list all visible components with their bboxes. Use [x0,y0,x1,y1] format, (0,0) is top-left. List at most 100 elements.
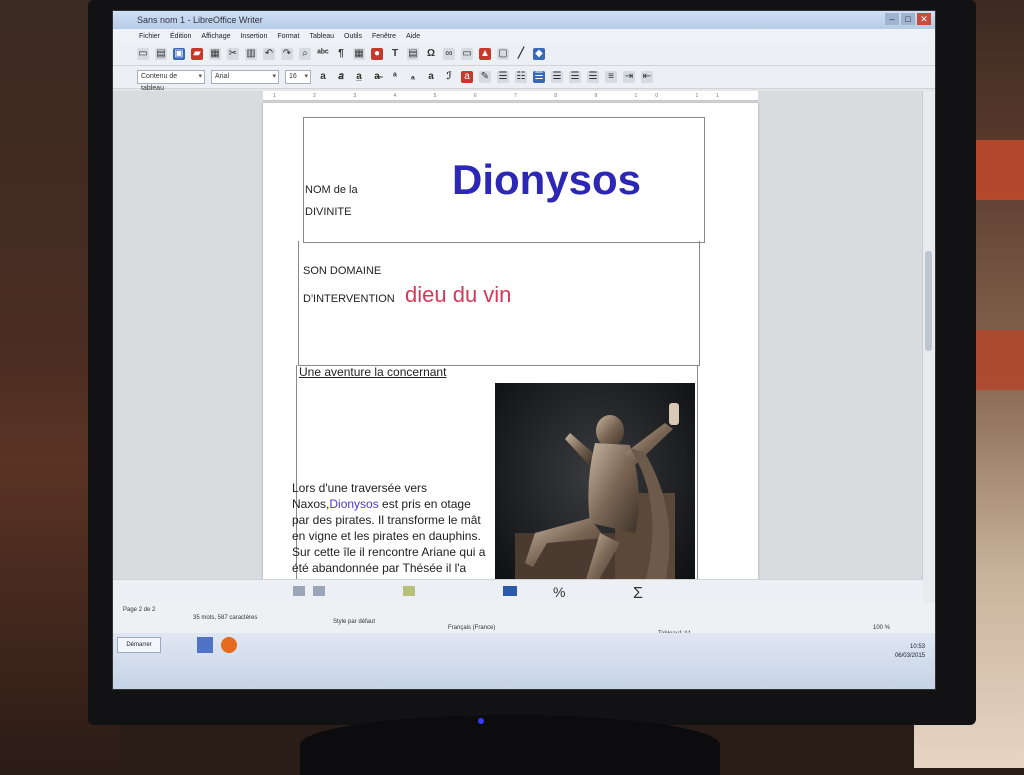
name-label-line1: NOM de la [305,184,358,196]
clear-format-icon[interactable]: ℐ [443,71,455,83]
document-area: 1 2 3 4 5 6 7 8 9 10 11 12 13 14 15 16 1… [113,91,923,613]
subscript-icon[interactable]: ₐ [407,71,419,83]
document-page[interactable]: NOM de la DIVINITE Dionysos SON DOMAINE … [263,103,758,613]
minimize-button[interactable]: – [885,13,899,25]
svg-text:Σ: Σ [633,585,643,602]
clock-time: 10:53 [909,644,925,650]
status-page: Page 2 de 2 [123,607,156,613]
line-icon[interactable]: ╱ [515,48,527,60]
justify-icon[interactable]: ☰ [587,71,599,83]
horizontal-ruler[interactable]: 1 2 3 4 5 6 7 8 9 10 11 12 13 14 15 16 1… [263,91,758,109]
insert-textbox-icon[interactable]: T [389,48,401,60]
zoom-level[interactable]: 100 % [873,625,890,631]
menu-insertion[interactable]: Insertion [240,33,267,40]
align-left-icon[interactable]: ☰ [533,71,545,83]
bold-icon[interactable]: a [317,71,329,83]
statue-illustration [495,383,695,611]
dionysos-statue-image[interactable] [495,383,695,611]
find-replace-icon[interactable]: ⌕ [299,48,311,60]
spelling-icon[interactable]: ᵃᵇᶜ [317,48,329,60]
insert-image-icon[interactable]: ● [371,48,383,60]
open-icon[interactable]: ▤ [155,48,167,60]
italic-icon[interactable]: 𝑎 [335,71,347,83]
export-pdf-icon[interactable]: ▰ [191,48,203,60]
menu-bar: Fichier Édition Affichage Insertion Form… [113,29,935,43]
status-style: Style par défaut [333,619,376,625]
story-text-after: est pris en otage par des pirates. Il tr… [292,497,486,591]
table-row-domain[interactable]: SON DOMAINE D'INTERVENTION dieu du vin [298,241,700,366]
indent-icon[interactable]: ⇥ [623,71,635,83]
monitor-stand [300,715,720,775]
status-bar: Page 2 de 2 35 mots, 587 caractères Styl… [113,603,935,637]
power-led [478,718,484,724]
bullets-icon[interactable]: ☰ [497,71,509,83]
formatting-marks-icon[interactable]: ¶ [335,48,347,60]
story-highlight: Dionysos [329,497,379,511]
align-right-icon[interactable]: ☰ [569,71,581,83]
cut-icon[interactable]: ✂ [227,48,239,60]
hyperlink-icon[interactable]: ∞ [443,48,455,60]
name-label-line2: DIVINITE [305,206,352,218]
domain-label-line1: SON DOMAINE [303,265,382,277]
font-name-select[interactable]: Arial [211,70,279,84]
writer-taskbar-icon[interactable] [197,637,213,653]
status-language: Français (France) [448,625,496,631]
close-button[interactable]: ✕ [917,13,931,25]
maximize-button[interactable]: □ [901,13,915,25]
clock-date: 06/03/2015 [894,653,925,659]
underline-icon[interactable]: a̲ [353,71,365,83]
drawing-toolbar-icons: % Σ [293,584,643,602]
scrollbar-thumb[interactable] [925,251,932,351]
paragraph-style-select[interactable]: Contenu de tableau [137,70,205,92]
font-color-icon[interactable]: a [461,71,473,83]
undo-icon[interactable]: ↶ [263,48,275,60]
strikethrough-icon[interactable]: a̶ [371,71,383,83]
menu-fichier[interactable]: Fichier [139,33,160,40]
menu-edition[interactable]: Édition [170,33,191,40]
save-icon[interactable]: ▣ [173,48,185,60]
deity-name: Dionysos [452,156,642,203]
insert-field-icon[interactable]: ▤ [407,48,419,60]
print-icon[interactable]: ▦ [209,48,221,60]
insert-table-icon[interactable]: ▦ [353,48,365,60]
menu-tableau[interactable]: Tableau [310,33,335,40]
line-spacing-icon[interactable]: ≡ [605,71,617,83]
table-row-name[interactable]: NOM de la DIVINITE Dionysos [303,117,705,243]
menu-affichage[interactable]: Affichage [201,33,230,40]
menu-outils[interactable]: Outils [344,33,362,40]
menu-fenetre[interactable]: Fenêtre [372,33,396,40]
shadow-icon[interactable]: a [425,71,437,83]
start-button[interactable]: Démarrer [117,637,161,653]
font-size-select[interactable]: 16 [285,70,311,84]
adventure-heading: Une aventure la concernant [299,365,447,379]
svg-text:%: % [553,584,565,600]
shapes-icon[interactable]: ◆ [533,48,545,60]
outdent-icon[interactable]: ⇤ [641,71,653,83]
vertical-scrollbar[interactable] [922,91,935,611]
domain-label-line2: D'INTERVENTION [303,293,395,305]
menu-aide[interactable]: Aide [406,33,420,40]
superscript-icon[interactable]: ᵃ [389,71,401,83]
numbering-icon[interactable]: ☷ [515,71,527,83]
paste-icon[interactable]: ▥ [245,48,257,60]
status-words: 35 mots, 587 caractères [193,615,258,621]
comment-icon[interactable]: ▢ [497,48,509,60]
redo-icon[interactable]: ↷ [281,48,293,60]
footnote-icon[interactable]: ▭ [461,48,473,60]
formatting-toolbar: Contenu de tableau Arial 16 a 𝑎 a̲ a̶ ᵃ … [113,66,935,92]
monitor-screen: Sans nom 1 - LibreOffice Writer – □ ✕ Fi… [112,10,936,690]
window-controls: – □ ✕ [885,13,931,25]
drawing-toolbar: % Σ [113,579,923,604]
windows-taskbar: Démarrer 10:53 06/03/2015 [113,633,935,689]
table-row-adventure[interactable]: Une aventure la concernant Lors d'une tr… [292,365,698,611]
window-titlebar: Sans nom 1 - LibreOffice Writer – □ ✕ [113,11,935,29]
align-center-icon[interactable]: ☰ [551,71,563,83]
firefox-taskbar-icon[interactable] [221,637,237,653]
highlight-icon[interactable]: ✎ [479,71,491,83]
adventure-text: Lors d'une traversée vers Naxos,Dionysos… [292,480,490,592]
new-document-icon[interactable]: ▭ [137,48,149,60]
special-character-icon[interactable]: Ω [425,48,437,60]
bookmark-icon[interactable]: ▲ [479,48,491,60]
standard-toolbar: ▭ ▤ ▣ ▰ ▦ ✂ ▥ ↶ ↷ ⌕ ᵃᵇᶜ ¶ ▦ ● T ▤ Ω ∞ ▭ … [113,43,935,66]
menu-format[interactable]: Format [277,33,299,40]
